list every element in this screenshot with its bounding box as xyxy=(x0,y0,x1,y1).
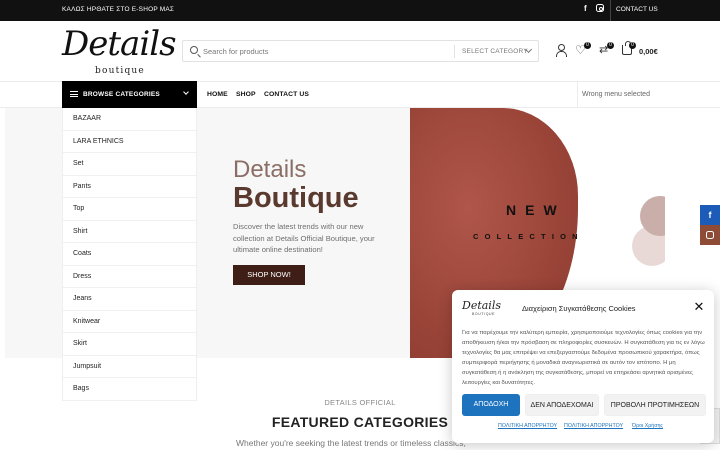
topbar-contact-link[interactable]: CONTACT US xyxy=(616,6,658,13)
logo-subtitle: boutique xyxy=(95,66,145,76)
compare-count-badge: 0 xyxy=(607,42,614,49)
side-facebook-icon[interactable]: f xyxy=(700,205,720,225)
instagram-icon[interactable] xyxy=(596,4,604,12)
chevron-down-icon xyxy=(183,89,189,95)
category-dropdown: BAZAAR LARA ETHNICS Set Pants Top Shirt … xyxy=(62,108,197,401)
site-logo[interactable]: Details boutique xyxy=(62,24,177,78)
nav-shop[interactable]: SHOP xyxy=(236,91,256,98)
category-item-bazaar[interactable]: BAZAAR xyxy=(63,108,196,131)
cookie-text: Για να παρέχουμε την καλύτερη εμπειρία, … xyxy=(462,330,705,386)
browse-categories-label: BROWSE CATEGORIES xyxy=(83,91,160,98)
search-bar: SELECT CATEGORY xyxy=(182,40,539,62)
welcome-text: ΚΑΛΩΣ ΗΡΘΑΤΕ ΣΤΟ E-SHOP ΜΑΣ xyxy=(62,6,175,13)
top-bar: ΚΑΛΩΣ ΗΡΘΑΤΕ ΣΤΟ E-SHOP ΜΑΣ f CONTACT US xyxy=(0,0,720,21)
instagram-glyph xyxy=(706,231,714,239)
cart-total[interactable]: 0,00€ xyxy=(639,47,658,56)
category-item-set[interactable]: Set xyxy=(63,153,196,176)
hero-art-collection: COLLECTION xyxy=(473,232,584,241)
cookie-deny-button[interactable]: ΔΕΝ ΑΠΟΔΕΧΟΜΑΙ xyxy=(525,394,599,416)
secondary-menu-text: Wrong menu selected xyxy=(582,91,650,98)
cookie-consent-dialog: Details BOUTIQUE Διαχείριση Συγκατάθεσης… xyxy=(452,290,714,443)
nav-contact-us[interactable]: CONTACT US xyxy=(264,91,309,98)
hero-small-title: Details xyxy=(233,156,307,183)
cookie-title: Διαχείριση Συγκατάθεσης Cookies xyxy=(522,304,636,313)
category-item-dress[interactable]: Dress xyxy=(63,266,196,288)
terms-of-use-link[interactable]: Όροι Χρήσης xyxy=(632,423,663,429)
cookie-accept-button[interactable]: ΑΠΟΔΟΧΗ xyxy=(462,394,520,416)
menu-icon xyxy=(70,91,78,97)
shop-now-button[interactable]: SHOP NOW! xyxy=(233,265,305,285)
category-item-top[interactable]: Top xyxy=(63,198,196,221)
search-input[interactable] xyxy=(203,44,443,59)
facebook-icon[interactable]: f xyxy=(584,4,587,13)
side-instagram-icon[interactable] xyxy=(700,225,720,245)
category-item-shirt[interactable]: Shirt xyxy=(63,221,196,243)
section-description: Whether you're seeking the latest trends… xyxy=(236,438,466,448)
category-item-jumpsuit[interactable]: Jumpsuit xyxy=(63,356,196,378)
privacy-policy-link-2[interactable]: ΠΟΛΙΤΙΚΗ ΑΠΟΡΡΗΤΟΥ xyxy=(564,423,623,429)
nav-separator xyxy=(577,82,578,107)
category-item-knitwear[interactable]: Knitwear xyxy=(63,311,196,333)
hero-big-title: Boutique xyxy=(233,182,359,214)
category-item-coats[interactable]: Coats xyxy=(63,243,196,266)
wishlist-count-badge: 0 xyxy=(584,42,591,49)
category-select[interactable]: SELECT CATEGORY xyxy=(462,48,528,55)
logo-script: Details xyxy=(62,24,177,64)
browse-categories-button[interactable]: BROWSE CATEGORIES xyxy=(62,81,197,108)
hero-description: Discover the latest trends with our new … xyxy=(233,222,375,254)
cookie-preferences-button[interactable]: ΠΡΟΒΟΛΗ ΠΡΟΤΙΜΗΣΕΩΝ xyxy=(604,394,706,416)
nav-home[interactable]: HOME xyxy=(207,91,228,98)
close-icon[interactable]: ✕ xyxy=(693,300,705,313)
category-item-pants[interactable]: Pants xyxy=(63,176,196,198)
cart-count-badge: 0 xyxy=(629,42,636,49)
cookie-logo-subtitle: BOUTIQUE xyxy=(472,312,496,316)
user-icon[interactable] xyxy=(556,44,567,57)
category-item-skirt[interactable]: Skirt xyxy=(63,333,196,356)
category-item-lara-ethnics[interactable]: LARA ETHNICS xyxy=(63,131,196,153)
search-separator xyxy=(454,45,455,58)
privacy-policy-link[interactable]: ΠΟΛΙΤΙΚΗ ΑΠΟΡΡΗΤΟΥ xyxy=(498,423,557,429)
cookie-logo: Details xyxy=(462,299,501,312)
topbar-divider xyxy=(610,0,611,21)
search-icon[interactable] xyxy=(190,46,198,54)
hero-art-new: NEW xyxy=(506,202,566,218)
category-item-jeans[interactable]: Jeans xyxy=(63,288,196,311)
